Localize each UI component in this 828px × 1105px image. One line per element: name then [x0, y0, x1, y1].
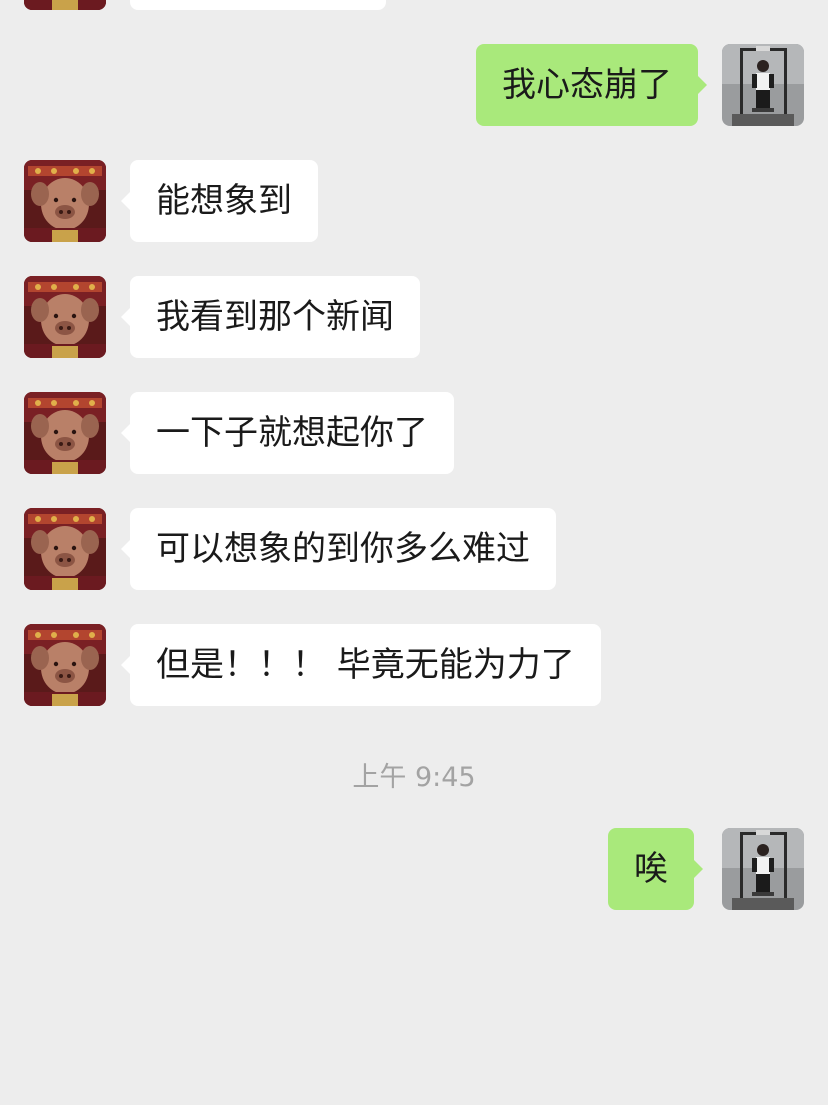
message-bubble-incoming[interactable]: 可以想象的到你多么难过: [121, 508, 556, 590]
message-bubble-partial: [130, 0, 386, 10]
contact-avatar[interactable]: [24, 624, 106, 706]
contact-avatar[interactable]: [24, 160, 106, 242]
contact-avatar[interactable]: [24, 0, 106, 10]
gym-photo-icon: [722, 44, 804, 126]
message-text: 但是！！！ 毕竟无能为力了: [156, 645, 575, 685]
message-bubble-incoming[interactable]: 能想象到: [121, 160, 318, 242]
message-bubble-outgoing[interactable]: 我心态崩了: [476, 44, 707, 126]
message-text: 唉: [634, 849, 668, 889]
message-bubble-incoming[interactable]: 但是！！！ 毕竟无能为力了: [121, 624, 601, 706]
message-text: 我心态崩了: [502, 65, 672, 105]
gym-photo-icon: [722, 828, 804, 910]
costume-portrait-icon: [24, 624, 106, 706]
message-text: 一下子就想起你了: [156, 413, 428, 453]
costume-portrait-icon: [24, 0, 106, 10]
contact-avatar[interactable]: [24, 508, 106, 590]
costume-portrait-icon: [24, 392, 106, 474]
chat-area: 我心态崩了 能想象到 我看到那个新闻 一下子就想起你了 可以想象的到你多么难过 …: [0, 0, 828, 1105]
message-bubble-outgoing[interactable]: 唉: [608, 828, 703, 910]
costume-portrait-icon: [24, 276, 106, 358]
message-bubble-incoming[interactable]: 一下子就想起你了: [121, 392, 454, 474]
self-avatar[interactable]: [722, 44, 804, 126]
self-avatar[interactable]: [722, 828, 804, 910]
message-text: 能想象到: [156, 181, 292, 221]
message-bubble-incoming[interactable]: 我看到那个新闻: [121, 276, 420, 358]
message-text: 我看到那个新闻: [156, 297, 394, 337]
message-text: 可以想象的到你多么难过: [156, 529, 530, 569]
contact-avatar[interactable]: [24, 276, 106, 358]
costume-portrait-icon: [24, 160, 106, 242]
costume-portrait-icon: [24, 508, 106, 590]
contact-avatar[interactable]: [24, 392, 106, 474]
timestamp: 上午 9:45: [352, 762, 476, 793]
